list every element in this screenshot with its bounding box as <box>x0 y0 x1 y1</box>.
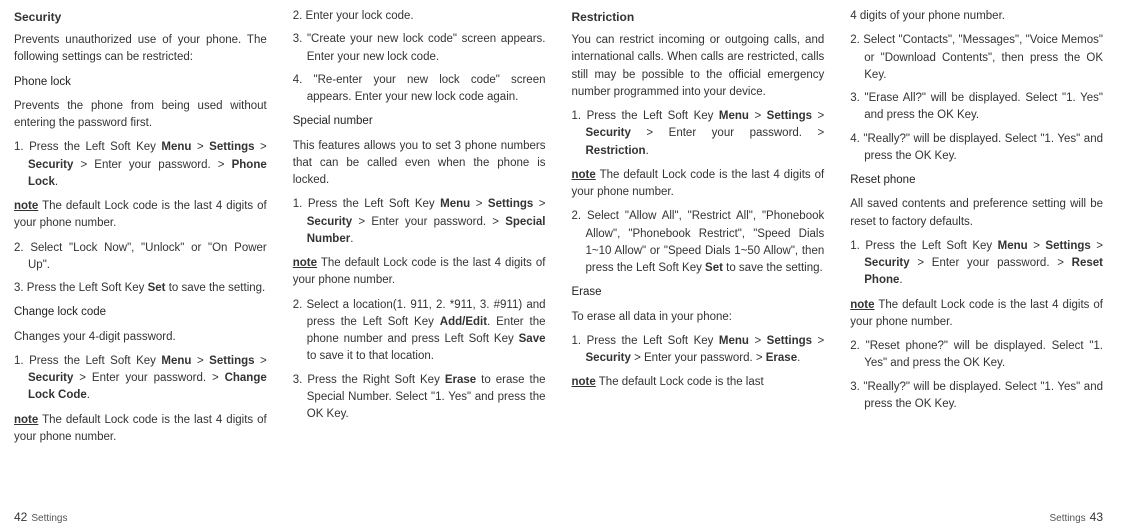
reset-steps-2: 2. "Reset phone?" will be displayed. Sel… <box>850 338 1103 413</box>
special-intro: This features allows you to set 3 phone … <box>293 138 546 190</box>
change-lock-intro: Changes your 4-digit password. <box>14 329 267 346</box>
phone-lock-heading: Phone lock <box>14 74 267 91</box>
special-steps: 1. Press the Left Soft Key Menu > Settin… <box>293 196 546 248</box>
list-item: 4. "Re-enter your new lock code" screen … <box>293 72 546 107</box>
reset-intro: All saved contents and preference settin… <box>850 196 1103 231</box>
phone-lock-steps-2: 2. Select "Lock Now", "Unlock" or "On Po… <box>14 240 267 298</box>
erase-heading: Erase <box>572 284 825 301</box>
special-steps-2: 2. Select a location(1. 911, 2. *911, 3.… <box>293 297 546 424</box>
list-item: 2. Select a location(1. 911, 2. *911, 3.… <box>293 297 546 366</box>
list-item: 2. Select "Allow All", "Restrict All", "… <box>572 208 825 277</box>
page-number-left: 42 <box>14 508 27 526</box>
erase-steps: 1. Press the Left Soft Key Menu > Settin… <box>572 333 825 368</box>
restriction-steps-2: 2. Select "Allow All", "Restrict All", "… <box>572 208 825 277</box>
erase-intro: To erase all data in your phone: <box>572 309 825 326</box>
list-item: 1. Press the Left Soft Key Menu > Settin… <box>293 196 546 248</box>
column-1: Security Prevents unauthorized use of yo… <box>14 8 267 506</box>
note-line: note The default Lock code is the last 4… <box>293 255 546 290</box>
change-lock-steps: 1. Press the Left Soft Key Menu > Settin… <box>14 353 267 405</box>
column-3: Restriction You can restrict incoming or… <box>572 8 825 506</box>
restriction-steps: 1. Press the Left Soft Key Menu > Settin… <box>572 108 825 160</box>
list-item: 2. Enter your lock code. <box>293 8 546 25</box>
list-item: 2. "Reset phone?" will be displayed. Sel… <box>850 338 1103 373</box>
note-line: note The default Lock code is the last 4… <box>14 412 267 447</box>
footer-left: 42 Settings <box>14 508 68 526</box>
list-item: 1. Press the Left Soft Key Menu > Settin… <box>572 108 825 160</box>
list-item: 2. Select "Lock Now", "Unlock" or "On Po… <box>14 240 267 275</box>
erase-steps-cont: 2. Select "Contacts", "Messages", "Voice… <box>850 32 1103 165</box>
list-item: 1. Press the Left Soft Key Menu > Settin… <box>14 139 267 191</box>
note-line: note The default Lock code is the last 4… <box>14 198 267 233</box>
manual-columns: Security Prevents unauthorized use of yo… <box>14 8 1103 506</box>
list-item: 4. "Really?" will be displayed. Select "… <box>850 131 1103 166</box>
list-item: 3. Press the Left Soft Key Set to save t… <box>14 280 267 297</box>
list-item: 2. Select "Contacts", "Messages", "Voice… <box>850 32 1103 84</box>
list-item: 1. Press the Left Soft Key Menu > Settin… <box>850 238 1103 290</box>
list-item: 3. "Erase All?" will be displayed. Selec… <box>850 90 1103 125</box>
note-label: note <box>572 376 596 388</box>
list-item: 3. "Create your new lock code" screen ap… <box>293 31 546 66</box>
note-label: note <box>572 169 596 181</box>
phone-lock-intro: Prevents the phone from being used witho… <box>14 98 267 133</box>
change-lock-heading: Change lock code <box>14 304 267 321</box>
note-label: note <box>14 200 38 212</box>
note-line: note The default Lock code is the last 4… <box>850 297 1103 332</box>
security-intro: Prevents unauthorized use of your phone.… <box>14 32 267 67</box>
note-label: note <box>850 299 874 311</box>
note-label: note <box>14 414 38 426</box>
reset-steps: 1. Press the Left Soft Key Menu > Settin… <box>850 238 1103 290</box>
phone-lock-steps: 1. Press the Left Soft Key Menu > Settin… <box>14 139 267 191</box>
page-footer: 42 Settings Settings 43 <box>14 508 1103 526</box>
restriction-intro: You can restrict incoming or outgoing ca… <box>572 32 825 101</box>
restriction-heading: Restriction <box>572 8 825 26</box>
list-item: 3. Press the Right Soft Key Erase to era… <box>293 372 546 424</box>
footer-label-left: Settings <box>31 511 67 526</box>
list-item: 3. "Really?" will be displayed. Select "… <box>850 379 1103 414</box>
note-label: note <box>293 257 317 269</box>
list-item: 1. Press the Left Soft Key Menu > Settin… <box>14 353 267 405</box>
page-number-right: 43 <box>1090 508 1103 526</box>
list-item: 1. Press the Left Soft Key Menu > Settin… <box>572 333 825 368</box>
security-heading: Security <box>14 8 267 26</box>
special-number-heading: Special number <box>293 113 546 130</box>
footer-label-right: Settings <box>1050 511 1086 526</box>
note-line: note The default Lock code is the last <box>572 374 825 391</box>
footer-right: Settings 43 <box>1050 508 1104 526</box>
note-line: note The default Lock code is the last 4… <box>572 167 825 202</box>
column-4: 4 digits of your phone number. 2. Select… <box>850 8 1103 506</box>
column-2: 2. Enter your lock code. 3. "Create your… <box>293 8 546 506</box>
lock-code-steps: 2. Enter your lock code. 3. "Create your… <box>293 8 546 106</box>
reset-phone-heading: Reset phone <box>850 172 1103 189</box>
note-continuation: 4 digits of your phone number. <box>850 8 1103 25</box>
